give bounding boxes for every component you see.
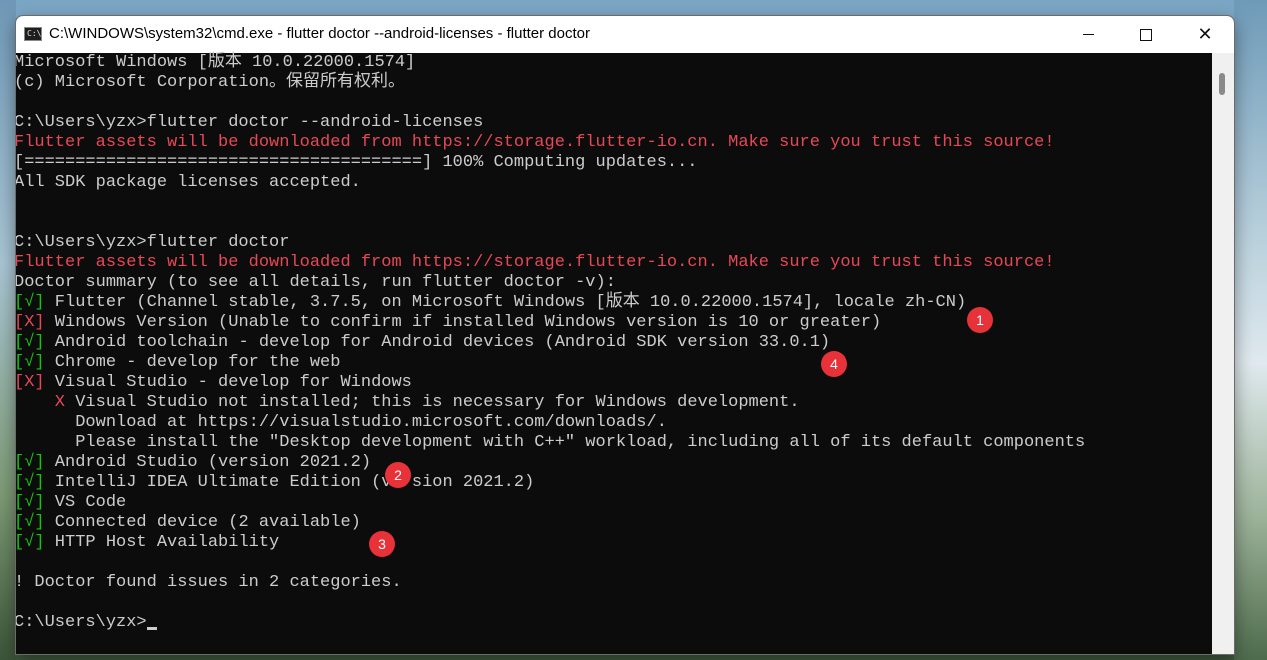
text-cursor	[146, 627, 157, 630]
annotation-marker-2: 2	[385, 462, 411, 488]
console-line: C:\Users\yzx>flutter doctor --android-li…	[16, 113, 484, 132]
minimize-icon	[1082, 34, 1094, 35]
vs-install-line: Please install the "Desktop development …	[16, 433, 1086, 452]
check-text: Windows Version (Unable to confirm if in…	[44, 313, 882, 332]
doctor-summary: ! Doctor found issues in 2 categories.	[16, 573, 402, 592]
check-text: Visual Studio - develop for Windows	[44, 373, 412, 392]
console-warning-line: Flutter assets will be downloaded from h…	[16, 253, 1055, 272]
check-android-toolchain: [√] Android toolchain - develop for Andr…	[16, 333, 830, 353]
error-mark: [X]	[16, 373, 45, 392]
console-line: Doctor summary (to see all details, run …	[16, 273, 616, 292]
check-intellij: [√] IntelliJ IDEA Ultimate Edition (vers…	[16, 473, 534, 493]
maximize-icon	[1140, 28, 1152, 41]
console-line: (c) Microsoft Corporation。保留所有权利。	[16, 73, 406, 92]
check-flutter: [√] Flutter (Channel stable, 3.7.5, on M…	[16, 293, 966, 313]
window-title: C:\WINDOWS\system32\cmd.exe - flutter do…	[49, 25, 590, 42]
console-line: C:\Users\yzx>flutter doctor	[16, 233, 290, 252]
console-line: All SDK package licenses accepted.	[16, 173, 361, 192]
detail-text: Visual Studio not installed; this is nec…	[65, 393, 800, 412]
check-connected-device: [√] Connected device (2 available)	[16, 513, 361, 533]
check-mark: [√]	[16, 333, 45, 352]
annotation-marker-4: 4	[821, 351, 847, 377]
error-mark: X	[16, 393, 66, 412]
vertical-scrollbar[interactable]	[1212, 53, 1234, 654]
check-mark: [√]	[16, 513, 45, 532]
check-mark: [√]	[16, 453, 45, 472]
annotation-marker-3: 3	[369, 531, 395, 557]
check-mark: [√]	[16, 493, 45, 512]
check-text: Chrome - develop for the web	[44, 353, 341, 372]
vs-detail-error: X Visual Studio not installed; this is n…	[16, 393, 800, 413]
check-mark: [√]	[16, 353, 45, 372]
check-text: Flutter (Channel stable, 3.7.5, on Micro…	[44, 293, 967, 312]
console-warning-line: Flutter assets will be downloaded from h…	[16, 133, 1055, 152]
error-mark: [X]	[16, 313, 45, 332]
desktop-wallpaper-right	[1234, 0, 1267, 660]
close-icon: ✕	[1197, 23, 1213, 45]
check-vscode: [√] VS Code	[16, 493, 126, 513]
desktop-wallpaper-left	[0, 0, 16, 660]
check-text: Android Studio (version 2021.2)	[44, 453, 372, 472]
scrollbar-thumb[interactable]	[1219, 73, 1225, 95]
check-visual-studio: [X] Visual Studio - develop for Windows	[16, 373, 412, 393]
check-mark: [√]	[16, 473, 45, 492]
check-mark: [√]	[16, 533, 45, 552]
console-progress-line: [=======================================…	[16, 153, 698, 172]
check-text: HTTP Host Availability	[44, 533, 280, 552]
check-text: Connected device (2 available)	[44, 513, 361, 532]
check-text: IntelliJ IDEA Ultimate Edition (version …	[44, 473, 535, 492]
console-line: Microsoft Windows [版本 10.0.22000.1574]	[16, 53, 416, 72]
cmd-app-icon[interactable]: C:\	[24, 27, 42, 41]
check-mark: [√]	[16, 293, 45, 312]
check-text: Android toolchain - develop for Android …	[44, 333, 831, 352]
maximize-button[interactable]	[1117, 16, 1175, 53]
check-chrome: [√] Chrome - develop for the web	[16, 353, 340, 373]
check-http-host: [√] HTTP Host Availability	[16, 533, 279, 553]
check-text: VS Code	[44, 493, 127, 512]
minimize-button[interactable]	[1059, 16, 1117, 53]
cmd-window: C:\ C:\WINDOWS\system32\cmd.exe - flutte…	[16, 16, 1234, 654]
close-button[interactable]: ✕	[1176, 16, 1234, 53]
vs-download-line: Download at https://visualstudio.microso…	[16, 413, 667, 432]
command-prompt[interactable]: C:\Users\yzx>	[16, 613, 157, 633]
title-bar[interactable]: C:\ C:\WINDOWS\system32\cmd.exe - flutte…	[16, 16, 1234, 53]
check-windows-version: [X] Windows Version (Unable to confirm i…	[16, 313, 881, 333]
annotation-marker-1: 1	[967, 307, 993, 333]
console-output[interactable]: Microsoft Windows [版本 10.0.22000.1574] (…	[16, 53, 1212, 654]
cmd-icon-text: C:\	[27, 29, 42, 38]
prompt-text: C:\Users\yzx>	[16, 613, 147, 632]
check-android-studio: [√] Android Studio (version 2021.2)	[16, 453, 371, 473]
